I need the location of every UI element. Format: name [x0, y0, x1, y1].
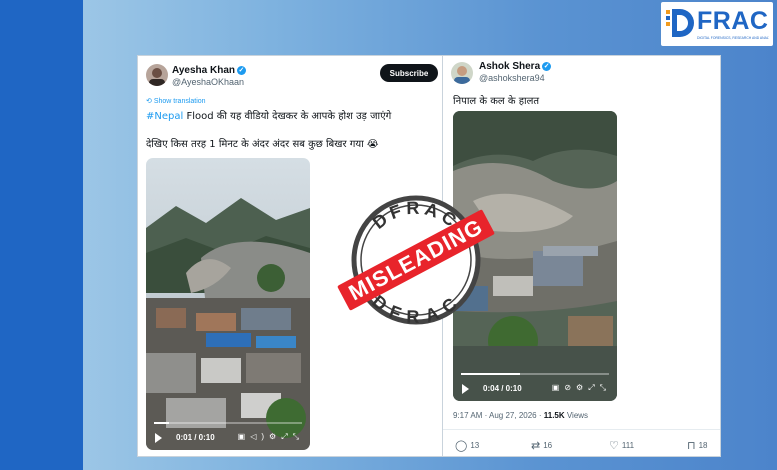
like-button[interactable]: ♡ 111	[609, 439, 634, 452]
tweet-text: निपाल के कल के हालत	[453, 96, 540, 107]
author-name[interactable]: Ayesha Khan ✓	[172, 65, 246, 76]
video-progress-bar[interactable]	[461, 373, 609, 375]
video-control-icons[interactable]: ▣⊘⚙⤢⤡	[552, 383, 611, 393]
misleading-stamp: DFRAC DFRAC MISLEADING	[336, 180, 496, 340]
video-progress-bar[interactable]	[154, 422, 302, 424]
dfrac-logo: FRAC DIGITAL FORENSICS, RESEARCH AND ANA…	[661, 2, 773, 46]
author-handle[interactable]: @AyeshaOKhaan	[172, 77, 244, 87]
video-player[interactable]: 0:01 / 0:10 ▣◁)⚙⤢⤡	[146, 158, 310, 450]
translate-icon: ⟲	[146, 98, 152, 105]
verified-badge-icon: ✓	[236, 66, 246, 75]
author-name[interactable]: Ashok Shera ✓	[479, 61, 552, 72]
verified-badge-icon: ✓	[542, 62, 552, 71]
hashtag-link[interactable]: #Nepal	[146, 111, 183, 122]
reply-icon: ◯	[455, 440, 468, 452]
video-control-icons[interactable]: ▣◁)⚙⤢⤡	[238, 432, 304, 442]
subscribe-button[interactable]: Subscribe	[380, 64, 438, 82]
repost-icon: ⇄	[531, 440, 541, 452]
logo-text: FRAC	[697, 7, 769, 35]
divider	[443, 429, 720, 430]
dfrac-logo-mark-icon	[666, 9, 694, 37]
play-icon[interactable]	[462, 384, 469, 394]
video-controls: 0:04 / 0:10 ▣⊘⚙⤢⤡	[453, 377, 617, 401]
left-brand-bar	[0, 0, 83, 470]
tweet-timestamp[interactable]: 9:17 AM · Aug 27, 2026 · 11.5K Views	[453, 411, 588, 420]
avatar[interactable]	[146, 64, 168, 86]
show-translation-link[interactable]: ⟲ Show translation	[146, 97, 206, 105]
tweet-text-line-1: #Nepal Flood की यह वीडियो देखकर के आपके …	[146, 111, 392, 122]
tweet-text-line-2: देखिए किस तरह 1 मिनट के अंदर अंदर सब कुछ…	[146, 139, 379, 150]
video-time: 0:01 / 0:10	[176, 433, 215, 442]
video-time: 0:04 / 0:10	[483, 384, 522, 393]
bookmark-icon: ⊓	[687, 440, 696, 452]
repost-button[interactable]: ⇄ 16	[531, 439, 552, 452]
avatar[interactable]	[451, 62, 473, 84]
flood-video-frame	[146, 158, 310, 450]
bookmark-button[interactable]: ⊓ 18	[687, 439, 708, 452]
video-controls: 0:01 / 0:10 ▣◁)⚙⤢⤡	[146, 426, 310, 450]
logo-tagline: DIGITAL FORENSICS, RESEARCH AND ANALYTIC…	[697, 36, 769, 40]
play-icon[interactable]	[155, 433, 162, 443]
heart-icon: ♡	[609, 440, 619, 452]
reply-button[interactable]: ◯ 13	[455, 439, 479, 452]
author-handle[interactable]: @ashokshera94	[479, 73, 545, 83]
